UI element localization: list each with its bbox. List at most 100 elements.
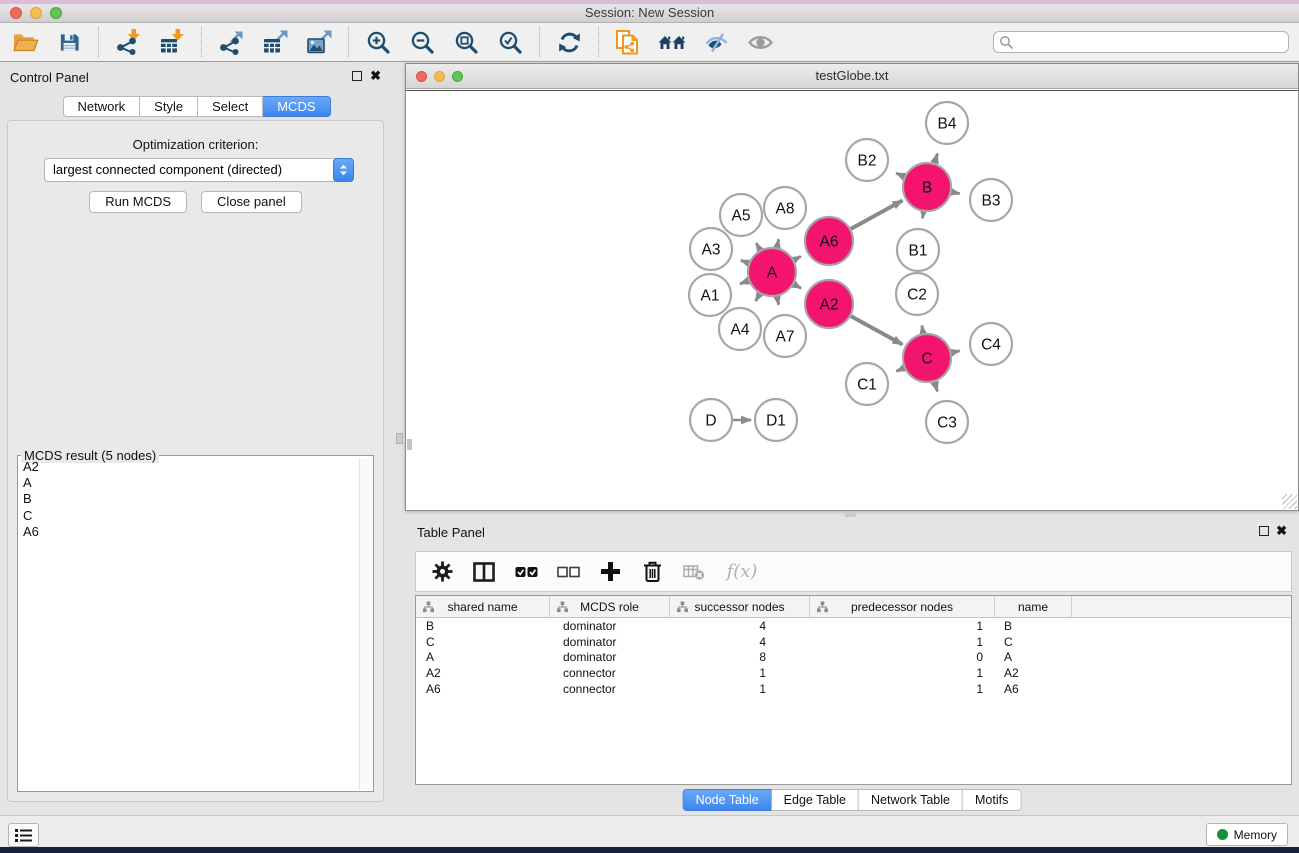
tab-style[interactable]: Style: [140, 96, 198, 117]
import-table-button[interactable]: [157, 27, 187, 57]
cell-mcds-role[interactable]: dominator: [550, 619, 670, 633]
tab-network-table[interactable]: Network Table: [859, 789, 963, 811]
cell-predecessor-nodes[interactable]: 1: [810, 635, 995, 649]
add-column-button[interactable]: [597, 559, 623, 585]
search-input[interactable]: [1017, 33, 1288, 51]
resize-grip-icon[interactable]: [1282, 494, 1297, 509]
graph-node-B[interactable]: B: [903, 163, 951, 211]
close-view-button[interactable]: [416, 71, 427, 82]
edge-A-A2[interactable]: [794, 284, 801, 288]
edge-B-B1[interactable]: [923, 212, 924, 219]
graph-node-A3[interactable]: A3: [690, 228, 732, 270]
graph-node-A[interactable]: A: [748, 248, 796, 296]
table-row[interactable]: A6 connector 1 1 A6: [416, 681, 1291, 697]
edge-C-C1[interactable]: [896, 368, 904, 371]
deselect-all-button[interactable]: [555, 559, 581, 585]
eye-button[interactable]: [745, 27, 775, 57]
export-image-button[interactable]: [304, 27, 334, 57]
cell-successor-nodes[interactable]: 1: [670, 666, 810, 680]
edge-B-B3[interactable]: [951, 192, 959, 194]
cell-successor-nodes[interactable]: 8: [670, 650, 810, 664]
zoom-in-button[interactable]: [363, 27, 393, 57]
export-network-button[interactable]: [216, 27, 246, 57]
table-row[interactable]: B dominator 4 1 B: [416, 618, 1291, 634]
delete-column-button[interactable]: [639, 559, 665, 585]
tab-mcds[interactable]: MCDS: [263, 96, 330, 117]
select-all-button[interactable]: [513, 559, 539, 585]
zoom-fit-button[interactable]: [451, 27, 481, 57]
copy-network-view-button[interactable]: [613, 27, 643, 57]
column-header-shared-name[interactable]: shared name: [416, 596, 550, 617]
tab-motifs[interactable]: Motifs: [963, 789, 1021, 811]
edge-C-C4[interactable]: [951, 351, 959, 353]
minimize-window-button[interactable]: [30, 7, 42, 19]
table-row[interactable]: C dominator 4 1 C: [416, 634, 1291, 650]
column-header-successor-nodes[interactable]: successor nodes: [670, 596, 810, 617]
graph-node-C[interactable]: C: [903, 334, 951, 382]
splitter-handle[interactable]: [396, 433, 403, 444]
cell-name[interactable]: C: [995, 635, 1072, 649]
float-table-panel-icon[interactable]: [1259, 526, 1269, 536]
import-network-button[interactable]: [113, 27, 143, 57]
edge-B-B4[interactable]: [934, 154, 937, 164]
list-item[interactable]: B: [18, 491, 359, 507]
list-item[interactable]: C: [18, 508, 359, 524]
cell-name[interactable]: A6: [995, 682, 1072, 696]
tab-edge-table[interactable]: Edge Table: [772, 789, 859, 811]
cell-shared-name[interactable]: A2: [416, 666, 550, 680]
table-settings-button[interactable]: [429, 559, 455, 585]
graph-node-A7[interactable]: A7: [764, 315, 806, 357]
network-canvas[interactable]: AA1A2A3A4A5A6A7A8BB1B2B3B4CC1C2C3C4DD1: [406, 90, 1298, 510]
graph-node-C4[interactable]: C4: [970, 323, 1012, 365]
save-session-button[interactable]: [54, 27, 84, 57]
column-header-mcds-role[interactable]: MCDS role: [550, 596, 670, 617]
run-mcds-button[interactable]: Run MCDS: [89, 191, 187, 213]
show-panels-button[interactable]: [8, 823, 39, 847]
graph-node-B3[interactable]: B3: [970, 179, 1012, 221]
hide-graphics-details-button[interactable]: [701, 27, 731, 57]
graph-node-A2[interactable]: A2: [805, 280, 853, 328]
graph-node-A6[interactable]: A6: [805, 217, 853, 265]
export-table-button[interactable]: [260, 27, 290, 57]
edge-A-A6[interactable]: [794, 256, 801, 260]
cell-successor-nodes[interactable]: 4: [670, 635, 810, 649]
refresh-button[interactable]: [554, 27, 584, 57]
list-item[interactable]: A: [18, 475, 359, 491]
close-table-panel-icon[interactable]: ✖: [1276, 523, 1287, 538]
close-window-button[interactable]: [10, 7, 22, 19]
close-panel-button[interactable]: Close panel: [201, 191, 302, 213]
zoom-selected-button[interactable]: [495, 27, 525, 57]
cell-shared-name[interactable]: C: [416, 635, 550, 649]
tab-node-table[interactable]: Node Table: [683, 789, 772, 811]
edge-A-A4[interactable]: [756, 294, 760, 301]
edge-A-A3[interactable]: [741, 260, 749, 263]
edge-A2-C[interactable]: [851, 316, 903, 344]
edge-A6-B[interactable]: [851, 201, 903, 229]
graph-node-A8[interactable]: A8: [764, 187, 806, 229]
column-header-predecessor-nodes[interactable]: predecessor nodes: [810, 596, 995, 617]
tab-network[interactable]: Network: [62, 96, 140, 117]
graph-node-C3[interactable]: C3: [926, 401, 968, 443]
float-panel-icon[interactable]: [352, 71, 362, 81]
cell-shared-name[interactable]: A: [416, 650, 550, 664]
cell-mcds-role[interactable]: dominator: [550, 650, 670, 664]
network-window-titlebar[interactable]: testGlobe.txt: [406, 64, 1298, 89]
close-panel-icon[interactable]: ✖: [370, 68, 381, 83]
table-row[interactable]: A2 connector 1 1 A2: [416, 665, 1291, 681]
cell-name[interactable]: A: [995, 650, 1072, 664]
graph-node-A5[interactable]: A5: [720, 194, 762, 236]
cell-successor-nodes[interactable]: 4: [670, 619, 810, 633]
cell-name[interactable]: B: [995, 619, 1072, 633]
list-item[interactable]: A2: [18, 459, 359, 475]
delete-table-button[interactable]: [681, 559, 707, 585]
home-button[interactable]: [657, 27, 687, 57]
column-layout-button[interactable]: [471, 559, 497, 585]
graph-node-A4[interactable]: A4: [719, 308, 761, 350]
cell-predecessor-nodes[interactable]: 1: [810, 682, 995, 696]
function-builder-button[interactable]: f(x): [723, 559, 761, 585]
cell-shared-name[interactable]: A6: [416, 682, 550, 696]
column-header-name[interactable]: name: [995, 596, 1072, 617]
network-graph[interactable]: AA1A2A3A4A5A6A7A8BB1B2B3B4CC1C2C3C4DD1: [406, 91, 1298, 510]
cell-predecessor-nodes[interactable]: 1: [810, 666, 995, 680]
tab-select[interactable]: Select: [198, 96, 263, 117]
